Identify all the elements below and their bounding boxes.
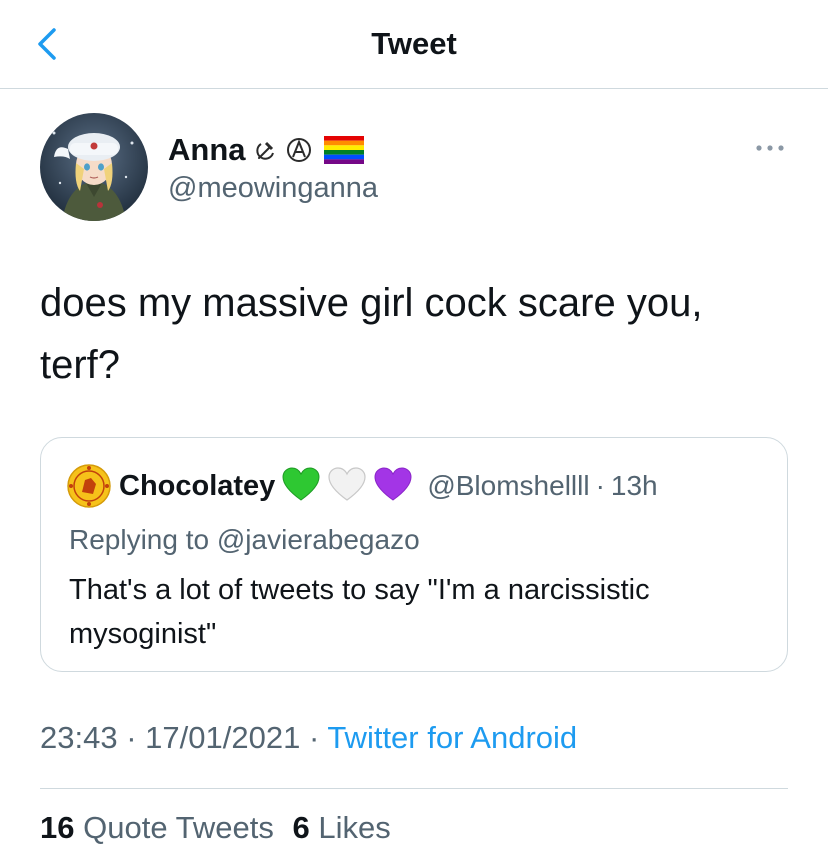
author-display-name[interactable]: Anna [168,132,246,168]
replying-to-line: Replying to @javierabegazo [69,524,420,556]
author-name-line: Anna [168,130,364,170]
quoted-time: 13h [610,470,658,501]
tweet-text: does my massive girl cock scare you, ter… [40,281,703,387]
replying-to-prefix: Replying to [69,524,210,555]
rainbow-flag-icon [323,136,364,164]
tweet-meta: 23:43 · 17/01/2021 · Twitter for Android [40,720,577,756]
likes-stat[interactable]: 6 Likes [292,810,390,845]
author-avatar[interactable] [40,113,148,221]
quote-tweets-count: 16 [40,810,75,845]
likes-label: Likes [318,810,391,845]
quoted-tweet-text: That's a lot of tweets to say "I'm a nar… [69,574,650,650]
quote-tweets-stat[interactable]: 16 Quote Tweets [40,810,282,845]
likes-count: 6 [292,810,310,845]
anarchy-icon [286,137,312,163]
top-nav-bar: Tweet [0,0,828,89]
meta-sep: · [126,720,137,755]
quoted-author-avatar[interactable] [67,464,111,508]
tweet-date: 17/01/2021 [145,720,301,755]
purple-heart-icon [373,466,413,507]
quote-tweets-label: Quote Tweets [83,810,274,845]
meta-sep: · [308,720,320,755]
tweet-source-link[interactable]: Twitter for Android [327,720,577,755]
page-title: Tweet [371,26,457,61]
tweet-stats: 16 Quote Tweets 6 Likes [40,810,391,846]
more-options-icon[interactable] [752,136,788,160]
quoted-sep: · [595,470,605,501]
replying-to-handle[interactable]: @javierabegazo [217,524,420,555]
white-heart-icon [327,466,367,507]
quoted-author-name[interactable]: Chocolatey [119,470,275,503]
tweet-time: 23:43 [40,720,118,755]
quoted-tweet-header: Chocolatey @Blomshellll · 13h [67,462,658,510]
hammer-sickle-icon [254,138,278,162]
green-heart-icon [281,466,321,507]
quoted-tweet-card[interactable]: Chocolatey @Blomshellll · 13h Replying t… [40,437,788,672]
divider [40,788,788,789]
quoted-author-handle[interactable]: @Blomshellll [427,470,589,502]
author-handle[interactable]: @meowinganna [168,172,378,205]
